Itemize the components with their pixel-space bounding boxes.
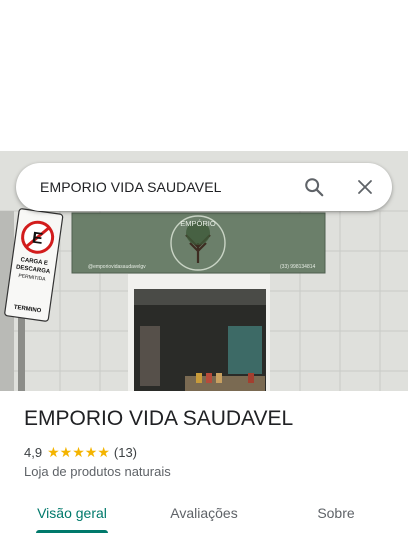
review-count[interactable]: (13) <box>114 445 137 460</box>
sign-handle: @emporiovidasaudavelgv <box>88 264 146 270</box>
star-icon: ★ <box>47 444 60 460</box>
tab-about[interactable]: Sobre <box>296 494 376 532</box>
rating-row[interactable]: 4,9 ★ ★ ★ ★ ★ (13) <box>24 443 137 461</box>
place-tabs: Visão geral Avaliações Sobre <box>0 494 408 538</box>
star-icon: ★ <box>97 444 110 460</box>
tab-reviews[interactable]: Avaliações <box>158 494 250 532</box>
close-icon <box>358 180 372 194</box>
sign-title: EMPÓRIO <box>180 219 216 228</box>
place-category[interactable]: Loja de produtos naturais <box>24 464 171 479</box>
search-button[interactable] <box>298 171 330 203</box>
star-icon: ★ <box>59 444 73 460</box>
search-icon <box>305 178 324 197</box>
search-box[interactable]: EMPORIO VIDA SAUDAVEL <box>16 163 392 211</box>
star-rating: ★ ★ ★ ★ ★ <box>47 445 110 459</box>
tab-overview-label: Visão geral <box>37 505 107 521</box>
rating-value: 4,9 <box>24 444 43 460</box>
active-tab-indicator <box>36 530 108 533</box>
tab-overview[interactable]: Visão geral <box>26 494 118 532</box>
tab-reviews-label: Avaliações <box>170 505 238 521</box>
star-icon: ★ <box>72 444 85 460</box>
sign-phone: (33) 998134814 <box>280 264 316 270</box>
star-icon: ★ <box>84 444 98 460</box>
place-name: EMPORIO VIDA SAUDAVEL <box>24 407 294 430</box>
tab-about-label: Sobre <box>317 505 355 521</box>
close-button[interactable] <box>349 171 381 203</box>
search-input[interactable]: EMPORIO VIDA SAUDAVEL <box>40 163 222 211</box>
